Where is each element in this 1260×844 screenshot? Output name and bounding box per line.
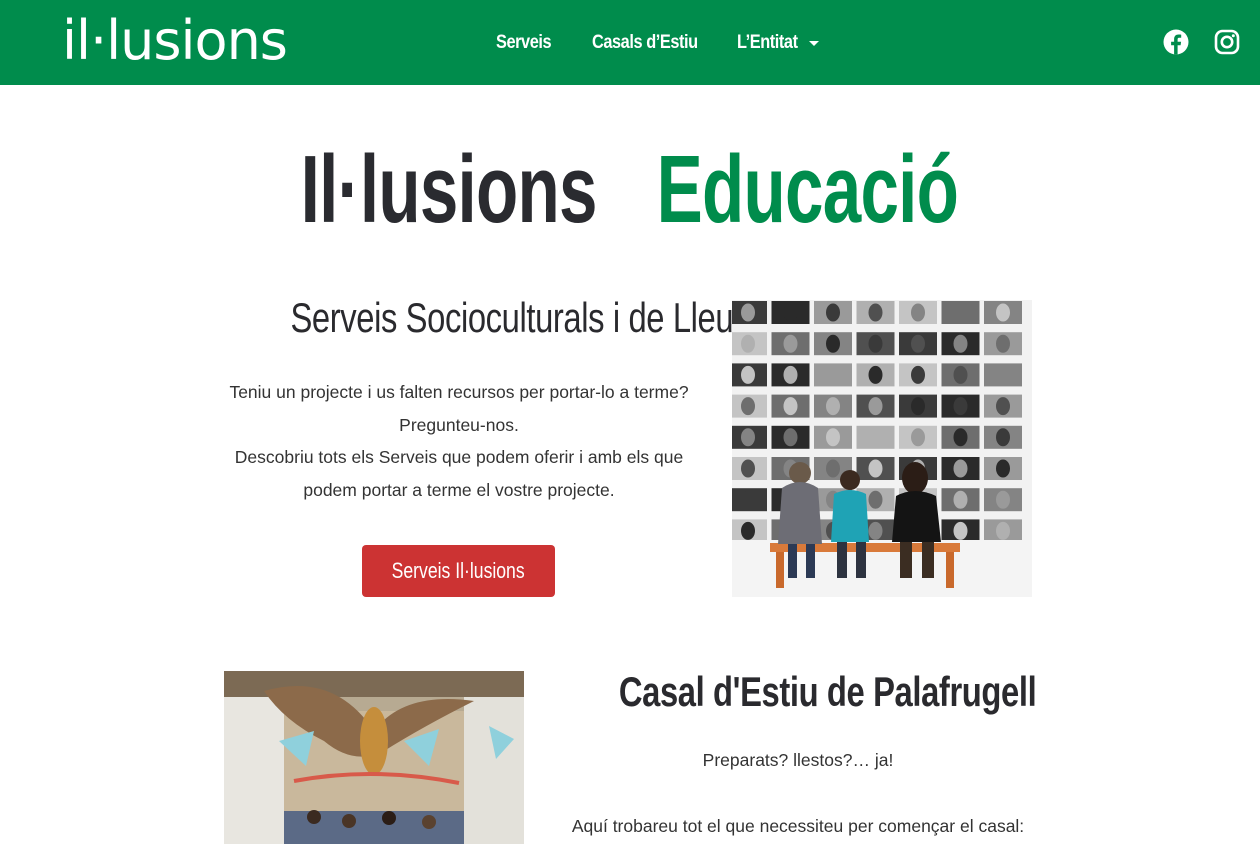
text-line: Pregunteu-nos. xyxy=(399,414,519,435)
nav-item-serveis[interactable]: Serveis xyxy=(496,32,552,54)
hero-title-word1: Il·lusions xyxy=(300,136,598,243)
main-nav: Serveis Casals d’Estiu L’Entitat xyxy=(0,0,1260,85)
text-line: Descobriu tots els Serveis que podem ofe… xyxy=(234,447,684,467)
summer-camp-photo xyxy=(224,671,524,844)
instagram-icon[interactable] xyxy=(1214,29,1240,55)
site-header: il·lusions Serveis Casals d’Estiu L’Enti… xyxy=(0,0,1260,85)
section-title-casal: Casal d'Estiu de Palafrugell xyxy=(618,668,1037,715)
text-line: podem portar a terme el vostre projecte. xyxy=(303,479,615,500)
chevron-down-icon[interactable] xyxy=(809,41,819,46)
nav-item-entitat[interactable]: L’Entitat xyxy=(737,32,798,54)
section-tagline-casal: Preparats? llestos?… ja! xyxy=(702,750,894,770)
section-text-serveis: Teniu un projecte i us falten recursos p… xyxy=(214,376,704,506)
nav-item-casals[interactable]: Casals d’Estiu xyxy=(592,32,698,54)
hero-title-word2: Educació xyxy=(656,136,959,243)
photo-wall-image xyxy=(732,300,1032,597)
serveis-illusions-button[interactable]: Serveis Il·lusions xyxy=(362,545,555,597)
facebook-icon[interactable] xyxy=(1163,29,1189,55)
section-title-serveis: Serveis Socioculturals i de Lleure xyxy=(290,294,762,341)
hero-title: Il·lusions Educació xyxy=(0,132,1260,248)
text-line: Teniu un projecte i us falten recursos p… xyxy=(229,382,689,402)
section-text-casal: Aquí trobareu tot el que necessiteu per … xyxy=(571,816,1025,836)
